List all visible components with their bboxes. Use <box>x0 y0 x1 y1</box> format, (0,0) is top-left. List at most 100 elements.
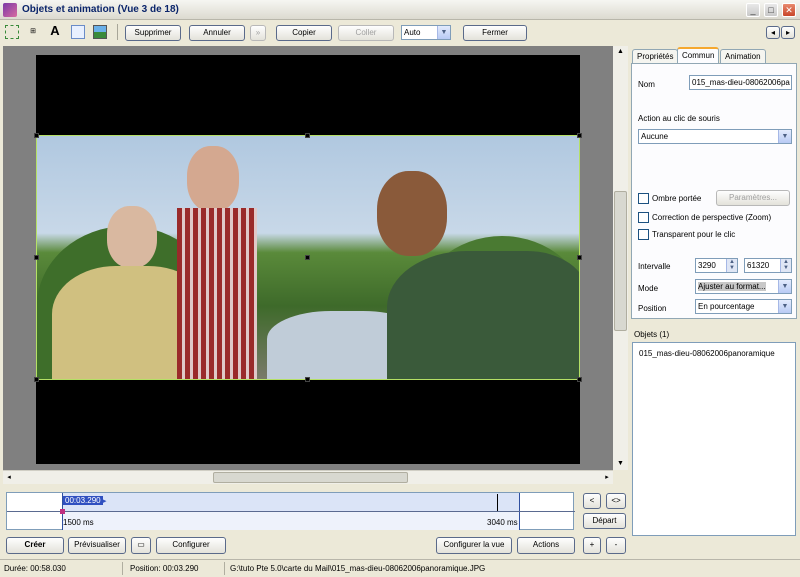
zoom-in-button[interactable]: <> <box>606 493 626 509</box>
zoom-out-button[interactable]: < <box>583 493 601 509</box>
configurer-vue-button[interactable]: Configurer la vue <box>436 537 512 554</box>
mode-fit-select-value: Ajuster au format... <box>698 282 766 291</box>
objects-header: Objets (1) <box>634 330 670 339</box>
chevron-down-icon: ▼ <box>778 300 791 313</box>
status-bar: Durée: 00:58.030 Position: 00:03.290 G:\… <box>0 559 800 577</box>
correction-label: Correction de perspective (Zoom) <box>652 213 772 222</box>
intervalle-label: Intervalle <box>638 262 671 271</box>
image-object-icon[interactable]: ⊞ <box>26 25 40 39</box>
screen-button[interactable]: ▭ <box>131 537 151 554</box>
timeline-range-lower <box>62 512 520 530</box>
tab-commun[interactable]: Commun <box>677 47 720 64</box>
intervalle-end-value: 61320 <box>747 261 770 270</box>
coller-button[interactable]: Coller <box>338 25 394 41</box>
prev-view-button[interactable]: ◂ <box>766 26 780 39</box>
tab-proprietes[interactable]: Propriétés <box>632 49 679 64</box>
toolbar: ⊞ A Supprimer Annuler » Copier Coller Au… <box>0 20 800 45</box>
chevron-down-icon: ▼ <box>778 280 791 293</box>
resize-handle-tr[interactable] <box>577 133 582 138</box>
list-item[interactable]: 015_mas-dieu-08062006panoramique <box>639 349 775 358</box>
position-select-value: En pourcentage <box>698 302 755 311</box>
resize-handle-bm[interactable] <box>305 377 310 382</box>
text-tool-icon[interactable]: A <box>48 24 62 38</box>
actions-button[interactable]: Actions <box>517 537 575 554</box>
position-label: Position <box>638 304 667 313</box>
previsualiser-button[interactable]: Prévisualiser <box>68 537 126 554</box>
mode-select[interactable]: Auto ▼ <box>401 25 451 40</box>
intervalle-start-input[interactable]: 3290 ▲ ▼ <box>695 258 738 273</box>
transparent-label: Transparent pour le clic <box>652 230 736 239</box>
app-icon <box>3 3 17 17</box>
redo-button[interactable]: » <box>250 25 266 41</box>
nom-label: Nom <box>638 80 655 89</box>
scroll-left-icon[interactable]: ◂ <box>3 471 15 484</box>
resize-handle-tl[interactable] <box>34 133 39 138</box>
status-divider <box>224 562 225 575</box>
position-select[interactable]: En pourcentage ▼ <box>695 299 792 314</box>
range-start-label: 1500 ms <box>63 518 94 527</box>
configurer-button[interactable]: Configurer <box>156 537 226 554</box>
objects-list[interactable]: 015_mas-dieu-08062006panoramique <box>632 342 796 536</box>
ombre-checkbox[interactable] <box>638 193 649 204</box>
photo-person-middle <box>177 146 267 379</box>
frame-tool-icon[interactable] <box>71 25 85 39</box>
range-end-label: 3040 ms <box>487 518 518 527</box>
spinner-icon[interactable]: ▲ ▼ <box>780 259 791 272</box>
time-cursor[interactable] <box>497 494 498 511</box>
resize-handle-br[interactable] <box>577 377 582 382</box>
correction-checkbox[interactable] <box>638 212 649 223</box>
resize-handle-bl[interactable] <box>34 377 39 382</box>
status-divider <box>122 562 123 575</box>
nom-input[interactable]: 015_mas-dieu-08062006pa <box>689 75 792 90</box>
picture-tool-icon[interactable] <box>93 25 107 39</box>
timeline[interactable]: 00:03.290 ▸ 1500 ms 3040 ms <box>6 492 575 530</box>
spinner-icon[interactable]: ▲ ▼ <box>726 259 737 272</box>
creer-button[interactable]: Créer <box>6 537 64 554</box>
vertical-scroll-thumb[interactable] <box>614 191 627 331</box>
transparent-checkbox[interactable] <box>638 229 649 240</box>
next-view-button[interactable]: ▸ <box>781 26 795 39</box>
status-path: G:\tuto Pte 5.0\carte du Mail\015_mas-di… <box>230 564 486 573</box>
action-select[interactable]: Aucune ▼ <box>638 129 792 144</box>
fermer-button[interactable]: Fermer <box>463 25 527 41</box>
status-duree: Durée: 00:58.030 <box>4 564 66 573</box>
horizontal-scrollbar[interactable]: ◂ ▸ <box>3 470 613 484</box>
start-handle[interactable] <box>60 509 65 514</box>
photo-person-right <box>367 171 579 379</box>
intervalle-start-value: 3290 <box>698 261 716 270</box>
maximize-button[interactable]: □ <box>764 3 778 17</box>
remove-button[interactable]: - <box>606 537 626 554</box>
resize-handle-center[interactable] <box>305 255 310 260</box>
scroll-down-icon[interactable]: ▼ <box>613 458 628 470</box>
title-bar: Objets et animation (Vue 3 de 18) _ □ ✕ <box>0 0 800 20</box>
mode-label: Mode <box>638 284 659 293</box>
select-rect-icon[interactable] <box>5 25 19 39</box>
time-marker-arrow: ▸ <box>103 498 107 505</box>
timeline-range[interactable] <box>62 493 520 512</box>
vertical-scrollbar[interactable]: ▲ ▼ <box>613 46 628 470</box>
time-marker-label: 00:03.290 <box>63 496 103 505</box>
intervalle-end-input[interactable]: 61320 ▲ ▼ <box>744 258 792 273</box>
mode-fit-select[interactable]: Ajuster au format... ▼ <box>695 279 792 294</box>
close-button[interactable]: ✕ <box>782 3 796 17</box>
mode-select-value: Auto <box>404 28 421 37</box>
horizontal-scroll-thumb[interactable] <box>213 472 408 483</box>
chevron-down-icon: ▼ <box>778 130 791 143</box>
minimize-button[interactable]: _ <box>746 3 760 17</box>
resize-handle-tm[interactable] <box>305 133 310 138</box>
scroll-right-icon[interactable]: ▸ <box>601 471 613 484</box>
copier-button[interactable]: Copier <box>276 25 332 41</box>
resize-handle-mr[interactable] <box>577 255 582 260</box>
tab-animation[interactable]: Animation <box>720 49 766 64</box>
scroll-up-icon[interactable]: ▲ <box>613 46 628 58</box>
resize-handle-ml[interactable] <box>34 255 39 260</box>
window-title: Objets et animation (Vue 3 de 18) <box>22 4 179 15</box>
add-button[interactable]: + <box>583 537 601 554</box>
parametres-button[interactable]: Paramètres... <box>716 190 790 206</box>
depart-button[interactable]: Départ <box>583 513 626 529</box>
screen-icon: ▭ <box>137 540 145 549</box>
redo-icon: » <box>255 28 261 37</box>
annuler-button[interactable]: Annuler <box>189 25 245 41</box>
supprimer-button[interactable]: Supprimer <box>125 25 181 41</box>
ombre-label: Ombre portée <box>652 194 702 203</box>
